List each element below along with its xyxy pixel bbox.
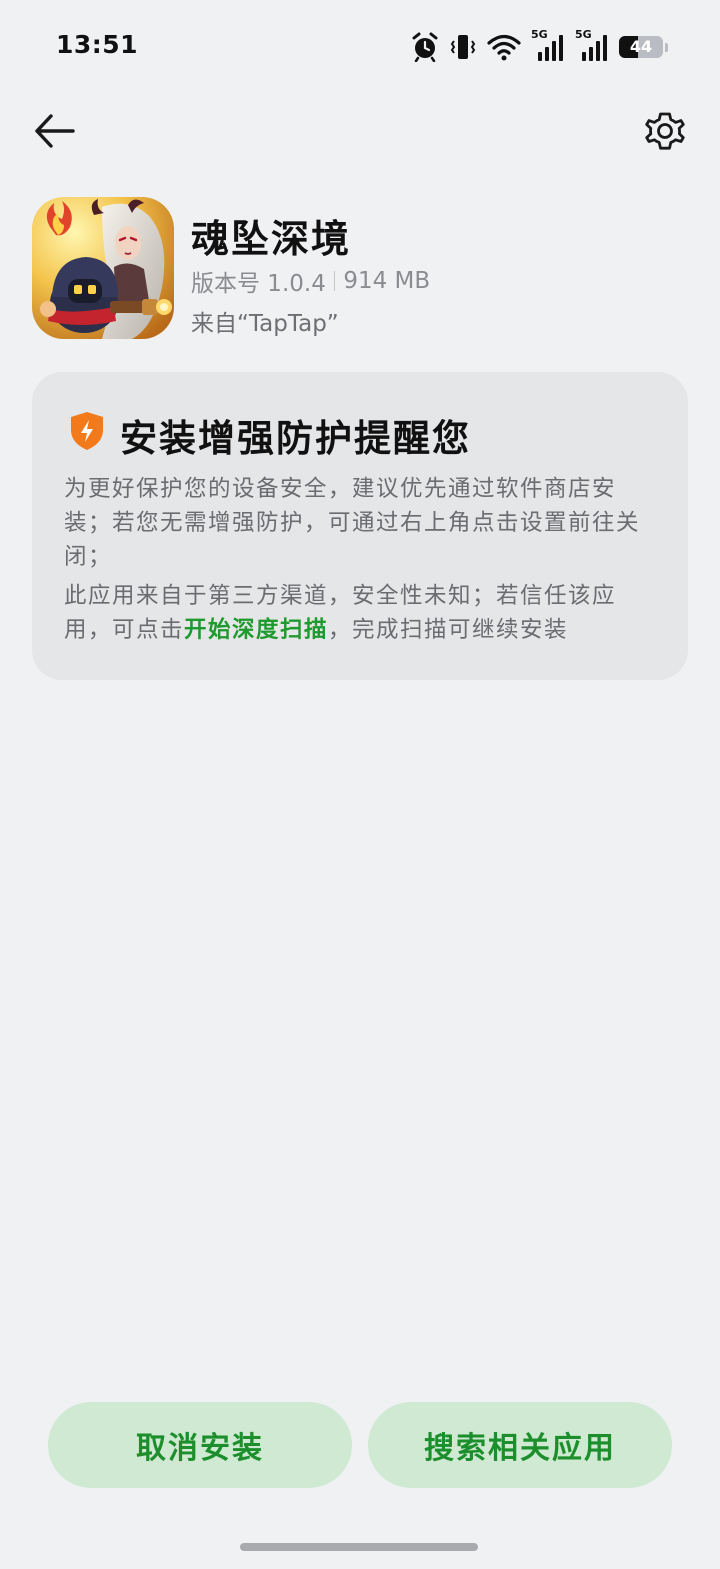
gear-icon — [645, 112, 685, 150]
app-name: 魂坠深境 — [191, 217, 352, 261]
battery-cap — [665, 42, 668, 52]
vibrate-icon — [449, 32, 477, 62]
app-source: 来自“TapTap” — [191, 311, 339, 337]
status-bar: 13:51 5G 5G 44 — [0, 0, 720, 94]
app-version-line: 版本号 1.0.4 914 MB — [191, 264, 430, 298]
protection-advice-text: 为更好保护您的设备安全，建议优先通过软件商店安装；若您无需增强防护，可通过右上角… — [64, 476, 641, 570]
notice-text-after: ，完成扫描可继续安装 — [328, 617, 569, 643]
cellular-signal-1-icon: 5G — [531, 28, 565, 62]
search-related-apps-button[interactable]: 搜索相关应用 — [368, 1402, 672, 1488]
protection-warning-card: 安装增强防护提醒您 为更好保护您的设备安全，建议优先通过软件商店安装；若您无需增… — [32, 372, 688, 680]
shield-icon — [68, 410, 106, 452]
status-time: 13:51 — [56, 30, 139, 59]
alarm-icon — [411, 32, 439, 62]
wifi-icon — [487, 33, 521, 61]
battery-icon: 44 — [619, 36, 663, 58]
battery-level: 44 — [629, 37, 653, 56]
third-party-notice-text: 此应用来自于第三方渠道，安全性未知；若信任该应用，可点击开始深度扫描，完成扫描可… — [64, 579, 654, 647]
arrow-left-icon — [35, 114, 75, 148]
cellular-signal-2-icon: 5G — [575, 28, 609, 62]
back-button[interactable] — [30, 108, 80, 154]
home-indicator[interactable] — [240, 1543, 478, 1551]
start-deep-scan-link[interactable]: 开始深度扫描 — [184, 617, 328, 643]
cancel-install-button[interactable]: 取消安装 — [48, 1402, 352, 1488]
divider — [333, 271, 336, 291]
status-icons: 5G 5G 44 — [411, 28, 668, 64]
app-size: 914 MB — [343, 268, 431, 294]
app-version: 版本号 1.0.4 — [191, 271, 326, 297]
settings-button[interactable] — [638, 104, 692, 158]
app-icon — [32, 197, 174, 339]
card-title: 安装增强防护提醒您 — [120, 417, 471, 460]
